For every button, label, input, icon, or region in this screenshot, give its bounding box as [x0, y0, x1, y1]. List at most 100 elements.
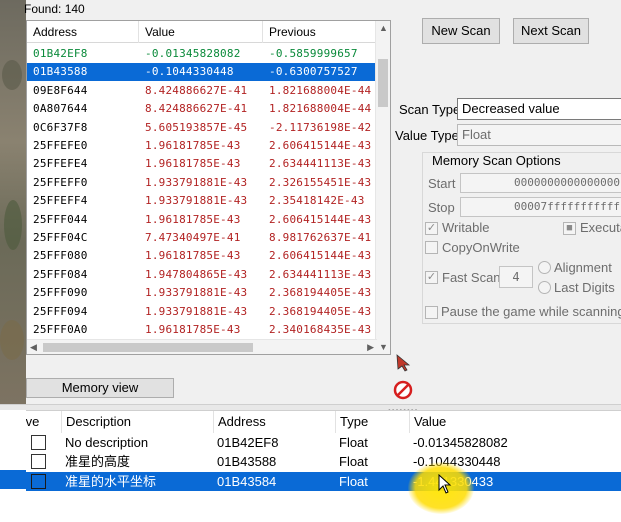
address-address: 01B43584 [217, 473, 277, 489]
result-row[interactable]: 25FFF080 1.96181785E-43 2.606415144E-43 [27, 247, 377, 265]
result-row[interactable]: 25FFF094 1.933791881E-43 2.368194405E-43 [27, 303, 377, 321]
scan-results-list[interactable]: Address Value Previous 01B42EF8 -0.013458… [26, 20, 391, 355]
stop-label: Stop [428, 200, 455, 215]
copy-on-write-label: CopyOnWrite [442, 240, 520, 255]
results-horizontal-scrollbar[interactable]: ◀ ▶ [27, 339, 377, 354]
last-digits-radio[interactable] [538, 281, 551, 294]
result-row[interactable]: 01B42EF8 -0.01345828082 -0.5859999657 [27, 45, 377, 63]
result-value: 1.933791881E-43 [145, 175, 248, 189]
stop-address-field[interactable]: 00007fffffffffff [460, 197, 621, 217]
result-address: 25FFF044 [33, 212, 88, 226]
writable-label: Writable [442, 220, 490, 235]
result-row[interactable]: 25FFF0A0 1.96181785E-43 2.340168435E-43 [27, 321, 377, 339]
result-row[interactable]: 25FFF084 1.947804865E-43 2.634441113E-43 [27, 266, 377, 284]
result-row[interactable]: 0A807644 8.424886627E-41 1.821688004E-44 [27, 100, 377, 118]
memory-scan-options-title: Memory Scan Options [430, 153, 563, 168]
memory-view-button[interactable]: Memory view [26, 378, 174, 398]
alignment-radio[interactable] [538, 261, 551, 274]
game-backdrop [0, 0, 26, 405]
result-address: 25FFF084 [33, 267, 88, 281]
result-address: 25FFF090 [33, 286, 88, 300]
result-previous: -0.6300757527 [269, 65, 358, 79]
result-address: 01B42EF8 [33, 47, 88, 60]
result-previous: 1.821688004E-44 [269, 83, 372, 97]
result-row[interactable]: 09E8F644 8.424886627E-41 1.821688004E-44 [27, 82, 377, 100]
address-row[interactable]: 准星的高度 01B43588 Float -0.1044330448 [26, 452, 621, 471]
result-row[interactable]: 25FFEFE0 1.96181785E-43 2.606415144E-43 [27, 137, 377, 155]
result-row[interactable]: 25FFEFF4 1.933791881E-43 2.35418142E-43 [27, 192, 377, 210]
value-type-value: Float [462, 127, 491, 142]
result-row[interactable]: 01B43588 -0.1044330448 -0.6300757527 [27, 63, 377, 82]
result-row[interactable]: 0C6F37F8 5.605193857E-45 -2.11736198E-42 [27, 119, 377, 137]
result-row[interactable]: 25FFF090 1.933791881E-43 2.368194405E-43 [27, 284, 377, 302]
value-type-label: Value Type [395, 128, 459, 143]
address-type: Float [339, 473, 368, 489]
results-col-value[interactable]: Value [139, 21, 263, 43]
address-value: -0.01345828082 [413, 435, 508, 450]
result-value: -0.1044330448 [145, 65, 234, 79]
results-hscroll-thumb[interactable] [43, 343, 253, 352]
stop-no-icon[interactable] [393, 380, 413, 400]
result-address: 25FFEFE0 [33, 139, 88, 152]
addr-col-description[interactable]: Description [62, 411, 214, 433]
result-previous: 2.368194405E-43 [269, 286, 372, 300]
result-address: 25FFF04C [33, 231, 88, 244]
result-address: 25FFEFF0 [33, 175, 88, 189]
address-address: 01B43588 [217, 454, 277, 470]
address-row[interactable]: 准星的水平坐标01B43584Float-1.441330433 [26, 471, 621, 491]
active-checkbox[interactable] [31, 473, 46, 489]
scroll-down-icon[interactable]: ▼ [379, 342, 388, 352]
scroll-up-icon[interactable]: ▲ [379, 23, 388, 33]
copy-on-write-checkbox[interactable] [425, 241, 438, 254]
result-value: -0.01345828082 [145, 47, 241, 60]
fast-scan-checkbox[interactable]: ✓ [425, 271, 438, 284]
addr-col-address[interactable]: Address [214, 411, 336, 433]
address-row[interactable]: No description 01B42EF8 Float -0.0134582808… [26, 433, 621, 452]
results-col-previous[interactable]: Previous [263, 21, 377, 43]
result-address: 25FFF0A0 [33, 323, 88, 336]
results-vertical-scrollbar[interactable]: ▲ ▼ [375, 21, 390, 354]
result-previous: 1.821688004E-44 [269, 102, 372, 116]
result-previous: 2.606415144E-43 [269, 212, 372, 226]
scroll-right-icon[interactable]: ▶ [367, 342, 374, 353]
scan-type-value: Decreased value [462, 101, 560, 116]
address-list-gutter [0, 410, 26, 522]
result-row[interactable]: 25FFF044 1.96181785E-43 2.606415144E-43 [27, 211, 377, 229]
addr-col-value[interactable]: Value [410, 411, 621, 433]
pointer-arrow-icon[interactable] [394, 352, 414, 372]
result-previous: 2.606415144E-43 [269, 249, 372, 263]
address-type: Float [339, 454, 368, 470]
addr-col-type[interactable]: Type [336, 411, 410, 433]
start-address-field[interactable]: 0000000000000000 [460, 173, 621, 193]
active-checkbox[interactable] [31, 454, 46, 470]
scroll-left-icon[interactable]: ◀ [30, 342, 37, 353]
result-value: 5.605193857E-45 [145, 120, 248, 134]
result-previous: 2.634441113E-43 [269, 157, 372, 171]
result-value: 8.424886627E-41 [145, 102, 248, 116]
found-count: Found: 140 [24, 2, 85, 16]
next-scan-button[interactable]: Next Scan [513, 18, 589, 44]
result-row[interactable]: 25FFEFE4 1.96181785E-43 2.634441113E-43 [27, 155, 377, 173]
results-vscroll-thumb[interactable] [378, 59, 388, 107]
result-value: 7.47340497E-41 [145, 231, 241, 244]
result-row[interactable]: 25FFF04C 7.47340497E-41 8.981762637E-41 [27, 229, 377, 247]
result-previous: 2.340168435E-43 [269, 323, 372, 336]
pause-game-checkbox[interactable] [425, 306, 438, 319]
address-list[interactable]: Active Description Address Type Value No… [4, 410, 621, 522]
results-col-address[interactable]: Address [27, 21, 139, 43]
results-header: Address Value Previous [27, 21, 377, 43]
result-row[interactable]: 25FFEFF0 1.933791881E-43 2.326155451E-43 [27, 174, 377, 192]
result-value: 1.933791881E-43 [145, 286, 248, 300]
address-row-selection-edge [0, 470, 26, 489]
value-type-select[interactable]: Float [457, 124, 621, 146]
active-checkbox[interactable] [31, 435, 46, 450]
executable-checkbox[interactable]: ■ [563, 222, 576, 235]
start-label: Start [428, 176, 456, 191]
new-scan-button[interactable]: New Scan [422, 18, 500, 44]
fast-scan-alignment-input[interactable]: 4 [499, 266, 533, 288]
scan-type-select[interactable]: Decreased value [457, 98, 621, 120]
writable-checkbox[interactable]: ✓ [425, 222, 438, 235]
result-address: 25FFF080 [33, 249, 88, 263]
result-address: 25FFEFF4 [33, 194, 88, 208]
result-previous: 2.634441113E-43 [269, 267, 372, 281]
